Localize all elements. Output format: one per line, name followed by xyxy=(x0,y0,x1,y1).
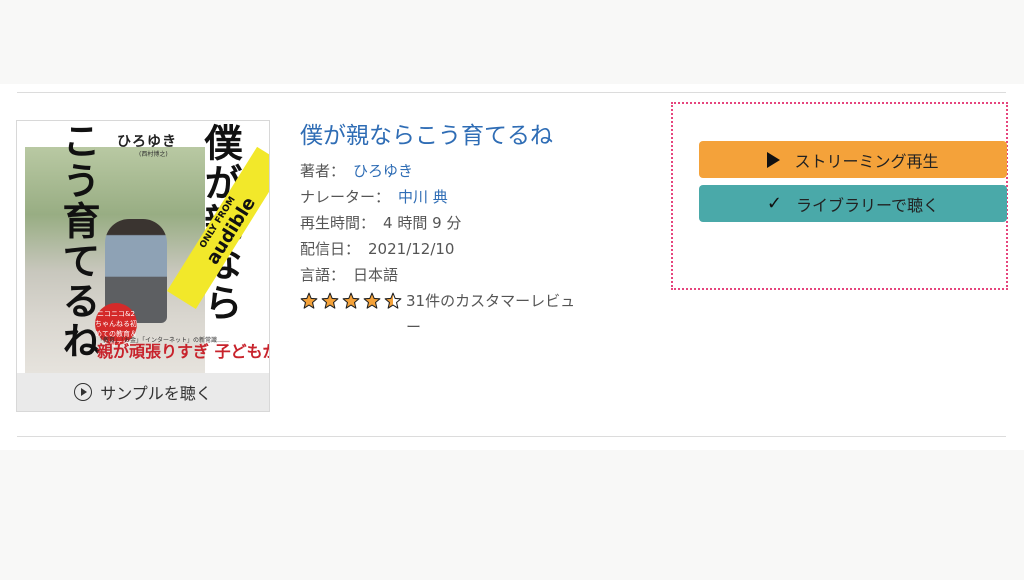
stream-button-label: ストリーミング再生 xyxy=(794,151,939,171)
sample-button[interactable]: サンプルを聴く xyxy=(17,373,269,411)
language-value: 日本語 xyxy=(353,266,399,284)
author-label: 著者： xyxy=(300,162,346,180)
cover-image[interactable]: ひろゆき (西村博之) 僕が親なら こう育てるね ニコニコ&2ちゃんねる初めての… xyxy=(17,121,269,373)
actions-panel: ストリーミング再生 ✓ ライブラリーで聴く xyxy=(671,102,1008,290)
product-info: 僕が親ならこう育てるね 著者： ひろゆき ナレーター： 中川 典 再生時間： 4 時間… xyxy=(300,120,640,340)
checkmark-icon: ✓ xyxy=(766,193,783,214)
length-row: 再生時間： 4 時間 9 分 xyxy=(300,210,640,236)
cover-author-sub: (西村博之) xyxy=(139,151,168,158)
cover-title-line2: こう育てるね xyxy=(56,121,100,361)
release-row: 配信日： 2021/12/10 xyxy=(300,236,640,262)
cover-tagline: 親が頑張りすぎ 子どもがバカ xyxy=(97,342,269,361)
release-label: 配信日： xyxy=(300,240,361,258)
length-value: 4 時間 9 分 xyxy=(383,214,462,232)
cover-container: ひろゆき (西村博之) 僕が親なら こう育てるね ニコニコ&2ちゃんねる初めての… xyxy=(16,120,270,412)
library-button[interactable]: ✓ ライブラリーで聴く xyxy=(699,185,1007,222)
bottom-divider xyxy=(17,436,1006,437)
star-icon xyxy=(342,292,360,309)
author-row: 著者： ひろゆき xyxy=(300,158,640,184)
language-row: 言語： 日本語 xyxy=(300,262,640,288)
product-card: ひろゆき (西村博之) 僕が親なら こう育てるね ニコニコ&2ちゃんねる初めての… xyxy=(0,84,1024,450)
star-icon xyxy=(363,292,381,309)
library-button-label: ライブラリーで聴く xyxy=(796,195,940,215)
length-label: 再生時間： xyxy=(300,214,376,232)
author-link[interactable]: ひろゆき xyxy=(353,162,413,180)
stream-button[interactable]: ストリーミング再生 xyxy=(699,141,1007,178)
top-divider xyxy=(17,92,1006,93)
play-circle-icon xyxy=(74,383,93,401)
narrator-row: ナレーター： 中川 典 xyxy=(300,184,640,210)
reviews-link[interactable]: 31件のカスタマーレビュー xyxy=(406,288,586,340)
star-rating[interactable] xyxy=(300,292,402,310)
star-icon xyxy=(321,292,339,309)
play-icon xyxy=(767,151,781,168)
rating-row: 31件のカスタマーレビュー xyxy=(300,288,600,340)
sample-button-label: サンプルを聴く xyxy=(100,384,212,403)
release-date: 2021/12/10 xyxy=(368,240,455,258)
language-label: 言語： xyxy=(300,266,346,284)
narrator-link[interactable]: 中川 典 xyxy=(398,188,448,206)
star-icon xyxy=(384,292,402,309)
narrator-label: ナレーター： xyxy=(300,188,391,206)
star-icon xyxy=(300,292,318,309)
cover-author: ひろゆき xyxy=(117,134,177,150)
product-title[interactable]: 僕が親ならこう育てるね xyxy=(300,120,640,152)
